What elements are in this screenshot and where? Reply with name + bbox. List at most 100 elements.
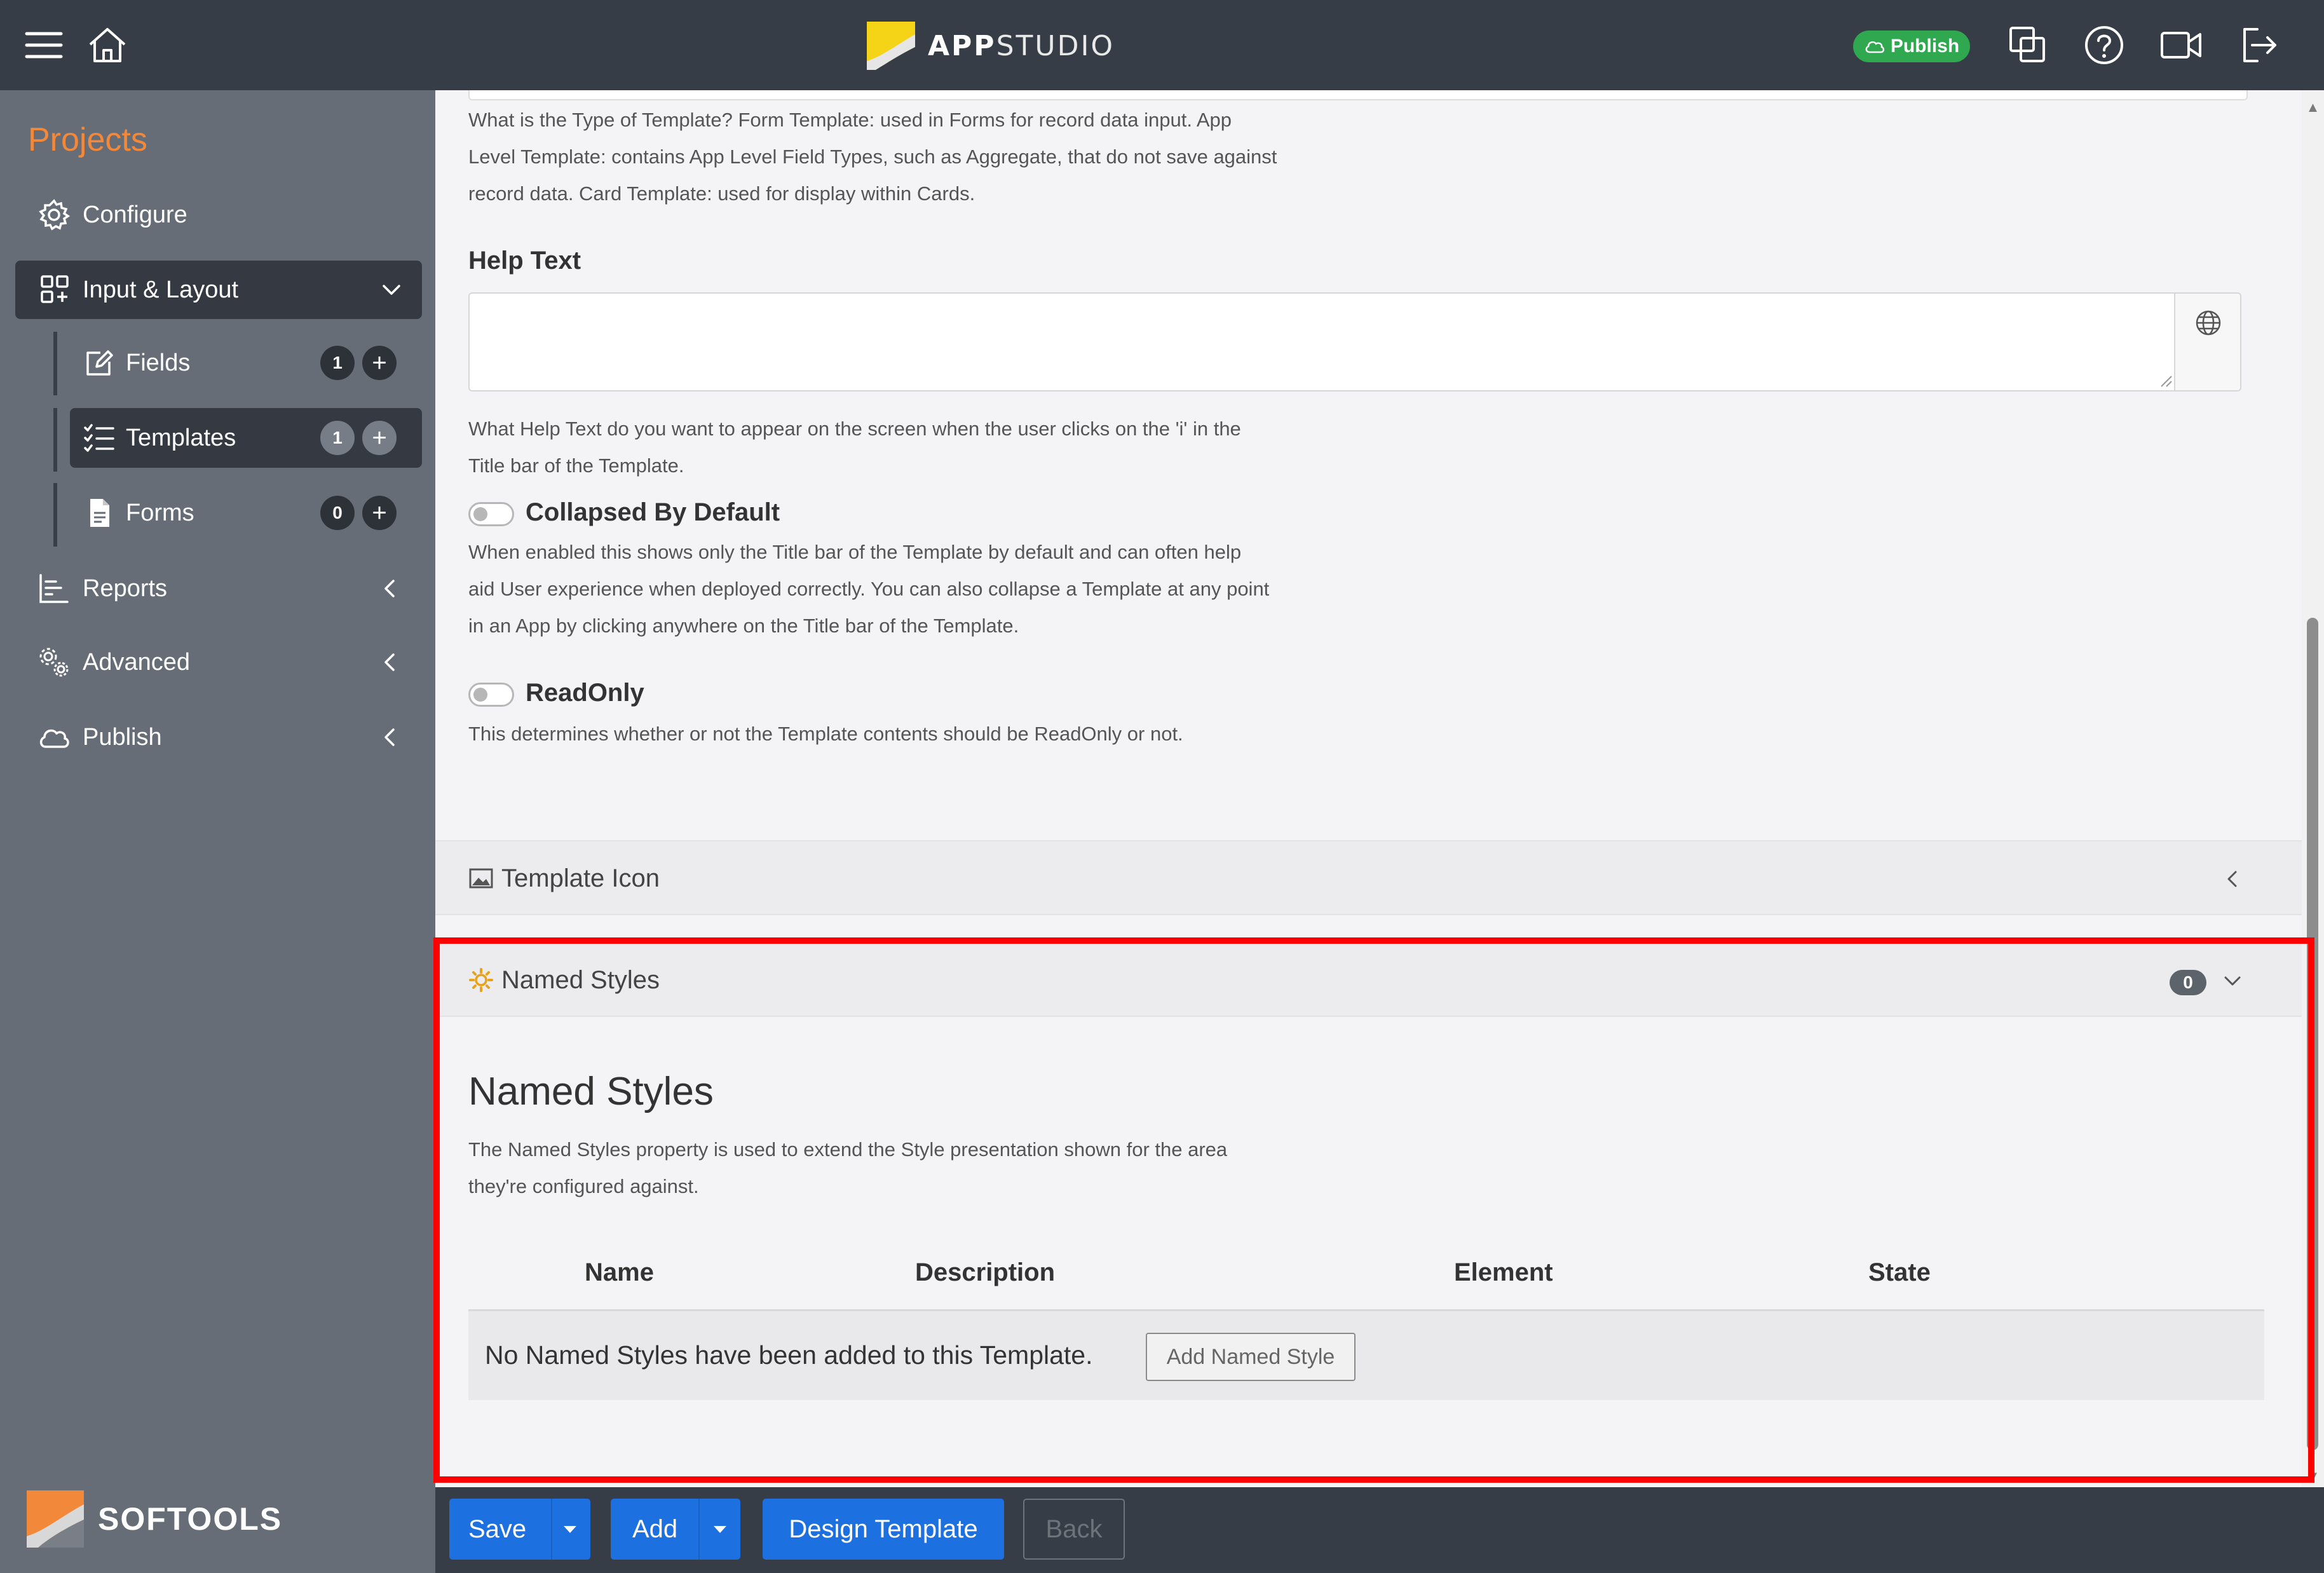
sidebar-subitem-label: Fields bbox=[126, 349, 191, 376]
softools-brand: SOFTOOLS bbox=[27, 1490, 282, 1548]
readonly-label: ReadOnly bbox=[526, 679, 644, 707]
image-icon bbox=[468, 866, 494, 891]
design-template-button[interactable]: Design Template bbox=[763, 1499, 1004, 1560]
help-text-input[interactable] bbox=[468, 292, 2175, 392]
app-logo-text: APPSTUDIO bbox=[928, 29, 1115, 62]
scrollbar-thumb[interactable] bbox=[2307, 618, 2318, 1450]
translate-button[interactable] bbox=[2175, 292, 2241, 392]
sidebar-item-input-layout[interactable]: Input & Layout bbox=[15, 261, 422, 319]
add-field-button[interactable]: + bbox=[362, 346, 397, 380]
sidebar-item-publish[interactable]: Publish bbox=[0, 708, 435, 766]
app-logo[interactable]: APPSTUDIO bbox=[867, 22, 1115, 70]
tree-connector bbox=[53, 483, 57, 547]
named-styles-description: The Named Styles property is used to ext… bbox=[468, 1138, 1228, 1197]
templates-count-badge: 1 bbox=[320, 421, 355, 455]
sidebar-item-label: Configure bbox=[83, 201, 187, 228]
chevron-down-icon[interactable] bbox=[379, 277, 404, 303]
add-button[interactable]: Add bbox=[611, 1499, 740, 1560]
sidebar-subitem-fields[interactable]: Fields 1 + bbox=[70, 333, 422, 393]
tree-connector bbox=[53, 332, 57, 395]
named-styles-panel-header[interactable]: Named Styles 0 bbox=[435, 942, 2302, 1017]
readonly-help: This determines whether or not the Templ… bbox=[468, 723, 1183, 745]
named-styles-heading: Named Styles bbox=[468, 1070, 714, 1113]
column-header-description[interactable]: Description bbox=[915, 1258, 1055, 1287]
help-question-icon[interactable] bbox=[2082, 23, 2126, 67]
sidebar-item-advanced[interactable]: Advanced bbox=[0, 633, 435, 691]
publish-status-button[interactable]: Publish bbox=[1853, 31, 1970, 62]
button-split-divider bbox=[551, 1499, 552, 1560]
chevron-left-icon[interactable] bbox=[377, 576, 402, 601]
named-styles-count-badge: 0 bbox=[2170, 970, 2206, 995]
empty-message: No Named Styles have been added to this … bbox=[485, 1340, 1093, 1370]
advanced-gears-icon bbox=[37, 645, 71, 679]
fields-count-badge: 1 bbox=[320, 346, 355, 380]
publish-status-label: Publish bbox=[1890, 36, 1960, 57]
column-header-name[interactable]: Name bbox=[585, 1258, 654, 1287]
resize-grip-icon[interactable] bbox=[2158, 372, 2173, 388]
chevron-left-icon[interactable] bbox=[377, 650, 402, 675]
template-type-field-edge bbox=[468, 90, 2248, 100]
logout-icon[interactable] bbox=[2238, 23, 2283, 67]
sidebar-subitem-templates[interactable]: Templates 1 + bbox=[70, 408, 422, 468]
collapsed-by-default-help: When enabled this shows only the Title b… bbox=[468, 541, 1270, 637]
chevron-left-icon[interactable] bbox=[2222, 868, 2243, 890]
collapsed-by-default-toggle[interactable] bbox=[468, 502, 514, 526]
sun-gear-icon bbox=[468, 967, 494, 993]
add-named-style-button[interactable]: Add Named Style bbox=[1146, 1333, 1356, 1381]
named-styles-panel-title: Named Styles bbox=[501, 966, 660, 994]
named-styles-empty-row: No Named Styles have been added to this … bbox=[468, 1311, 2264, 1400]
chevron-down-icon[interactable] bbox=[2222, 970, 2243, 991]
help-text-help: What Help Text do you want to appear on … bbox=[468, 418, 1241, 477]
add-button-label: Add bbox=[632, 1515, 678, 1543]
gear-icon bbox=[37, 198, 71, 232]
bottom-action-bar: Save Add Design Template Back bbox=[435, 1487, 2324, 1573]
top-bar: APPSTUDIO Publish bbox=[0, 0, 2324, 90]
button-split-divider bbox=[698, 1499, 700, 1560]
softools-brand-text: SOFTOOLS bbox=[98, 1501, 283, 1537]
main-scrollbar[interactable]: ▲ ▼ bbox=[2302, 90, 2324, 1487]
copy-windows-icon[interactable] bbox=[2006, 23, 2050, 67]
cloud-icon bbox=[1865, 41, 1884, 53]
scroll-down-arrow-icon[interactable]: ▼ bbox=[2302, 1467, 2324, 1486]
sidebar-item-label: Advanced bbox=[83, 648, 191, 676]
add-template-button[interactable]: + bbox=[362, 421, 397, 455]
cloud-icon bbox=[37, 720, 71, 754]
reports-chart-icon bbox=[37, 571, 71, 606]
chevron-left-icon[interactable] bbox=[377, 725, 402, 750]
sidebar: Projects Configure Input & Layout Fields… bbox=[0, 90, 435, 1573]
globe-icon bbox=[2196, 310, 2221, 336]
sidebar-item-label: Publish bbox=[83, 723, 162, 751]
forms-count-badge: 0 bbox=[320, 496, 355, 530]
readonly-toggle[interactable] bbox=[468, 683, 514, 707]
save-button[interactable]: Save bbox=[449, 1499, 590, 1560]
edit-square-icon bbox=[83, 346, 116, 379]
sidebar-item-reports[interactable]: Reports bbox=[0, 559, 435, 618]
sidebar-item-label: Input & Layout bbox=[83, 276, 239, 303]
sidebar-item-label: Reports bbox=[83, 575, 168, 602]
save-dropdown-caret-icon[interactable] bbox=[564, 1525, 576, 1533]
scroll-up-arrow-icon[interactable]: ▲ bbox=[2302, 98, 2324, 117]
template-type-help: What is the Type of Template? Form Templ… bbox=[468, 109, 1277, 205]
sidebar-subitem-label: Templates bbox=[126, 424, 236, 451]
sidebar-item-configure[interactable]: Configure bbox=[0, 186, 435, 244]
main-content: What is the Type of Template? Form Templ… bbox=[435, 90, 2302, 1487]
save-button-label: Save bbox=[468, 1515, 527, 1543]
sidebar-subitem-forms[interactable]: Forms 0 + bbox=[70, 483, 422, 543]
video-camera-icon[interactable] bbox=[2159, 23, 2204, 67]
column-header-element[interactable]: Element bbox=[1454, 1258, 1553, 1287]
projects-title[interactable]: Projects bbox=[28, 121, 147, 159]
template-icon-panel-title: Template Icon bbox=[501, 864, 660, 892]
column-header-state[interactable]: State bbox=[1868, 1258, 1931, 1287]
home-icon[interactable] bbox=[85, 23, 130, 67]
add-form-button[interactable]: + bbox=[362, 496, 397, 530]
back-button[interactable]: Back bbox=[1023, 1499, 1125, 1560]
app-logo-mark-icon bbox=[867, 22, 915, 70]
collapsed-by-default-label: Collapsed By Default bbox=[526, 498, 780, 526]
layout-grid-icon bbox=[38, 273, 72, 307]
add-dropdown-caret-icon[interactable] bbox=[714, 1525, 726, 1533]
template-icon-panel-header[interactable]: Template Icon bbox=[435, 840, 2302, 915]
sidebar-subitem-label: Forms bbox=[126, 499, 194, 526]
tree-connector bbox=[53, 408, 57, 472]
hamburger-menu-icon[interactable] bbox=[22, 23, 66, 67]
help-text-label: Help Text bbox=[468, 247, 581, 275]
